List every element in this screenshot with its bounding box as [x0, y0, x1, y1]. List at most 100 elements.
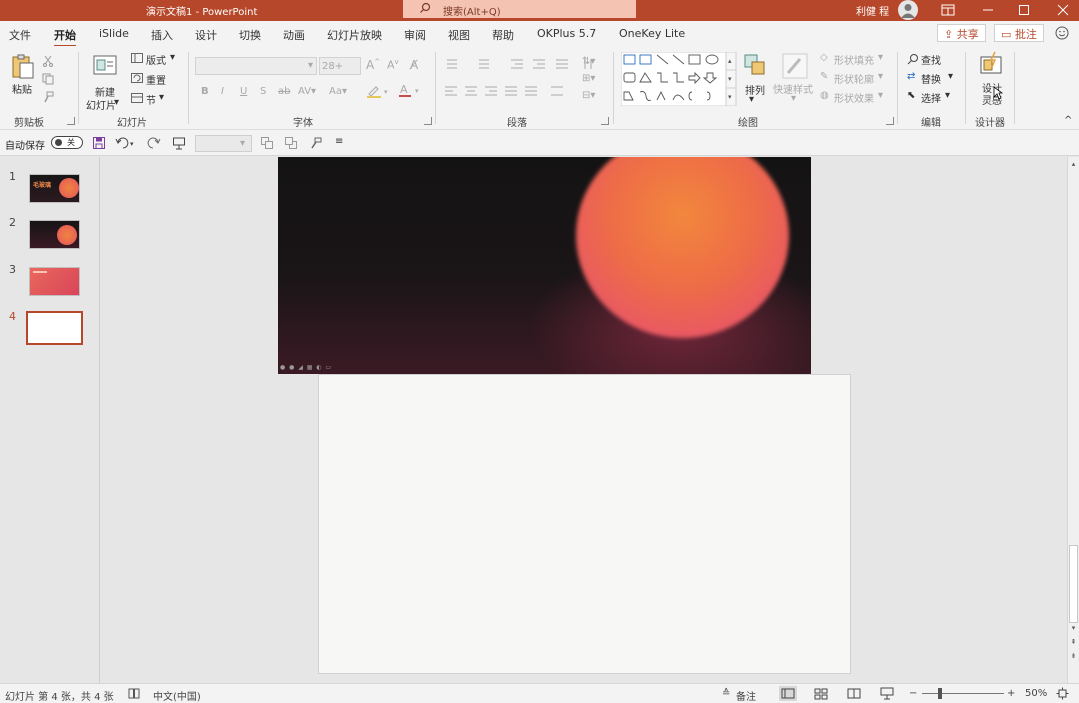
zoom-slider-track[interactable] [922, 693, 1004, 694]
shrink-font-icon[interactable]: Av [387, 58, 399, 72]
shape-effects-chevron-icon[interactable]: ▾ [878, 90, 883, 101]
chevron-down-icon[interactable]: ▾ [114, 97, 119, 108]
reset-button[interactable]: 重置 [146, 72, 166, 87]
align-text-icon[interactable]: ⊞▾ [582, 73, 595, 84]
designer-icon[interactable] [978, 51, 1004, 77]
tab-slideshow[interactable]: 幻灯片放映 [327, 27, 382, 43]
feedback-smiley-icon[interactable] [1055, 26, 1069, 40]
slide-thumbnail-4[interactable] [26, 311, 83, 345]
previous-slide-icon[interactable]: ⇞ [1069, 638, 1078, 647]
shapes-gallery[interactable]: ▴ ▾ ▾ [621, 52, 737, 106]
tab-view[interactable]: 视图 [448, 27, 470, 43]
clipboard-dialog-launcher[interactable] [67, 117, 75, 125]
notes-icon[interactable]: ≙ [722, 688, 730, 699]
zoom-in-button[interactable]: + [1007, 688, 1015, 699]
change-case-icon[interactable]: Aa▾ [329, 86, 347, 97]
maximize-icon[interactable] [1016, 2, 1032, 18]
font-dialog-launcher[interactable] [424, 117, 432, 125]
underline-icon[interactable]: U [240, 86, 247, 97]
collapse-ribbon-icon[interactable]: ^ [1064, 115, 1072, 126]
autosave-toggle[interactable]: 关 [51, 136, 83, 149]
minimize-icon[interactable] [980, 2, 996, 18]
search-box[interactable]: 搜索(Alt+Q) [403, 0, 636, 18]
scrollbar-thumb[interactable] [1069, 545, 1078, 623]
layout-button[interactable]: 版式 [146, 52, 166, 67]
clear-format-icon[interactable]: A̸ [410, 58, 418, 72]
scroll-down-icon[interactable]: ▾ [1069, 624, 1078, 633]
vertical-scrollbar[interactable]: ▴ ▾ ⇞ ⇟ [1067, 157, 1079, 683]
zoom-slider-thumb[interactable] [938, 688, 942, 699]
undo-icon[interactable]: ▾ [115, 136, 137, 150]
italic-icon[interactable]: I [221, 86, 224, 97]
playing-slide-media[interactable]: ● ● ◢ ▦ ◐ ▭ [278, 157, 811, 374]
paste-label[interactable]: 粘贴 [12, 81, 32, 96]
arrange-chevron-icon[interactable]: ▾ [749, 94, 754, 105]
tab-review[interactable]: 审阅 [404, 27, 426, 43]
font-color-icon[interactable]: A ▾ [398, 83, 424, 98]
accessibility-icon[interactable] [128, 688, 140, 700]
new-slide-icon[interactable] [92, 52, 118, 78]
layout-chevron-icon[interactable]: ▾ [170, 52, 175, 63]
grow-font-icon[interactable]: A^ [366, 58, 380, 72]
tab-transitions[interactable]: 切换 [239, 27, 261, 43]
present-from-start-icon[interactable] [172, 136, 186, 150]
paragraph-dialog-launcher[interactable] [601, 117, 609, 125]
tab-animations[interactable]: 动画 [283, 27, 305, 43]
save-icon[interactable] [92, 136, 106, 150]
text-direction-icon[interactable]: ⇅▾ [582, 56, 595, 67]
shape-effects-button[interactable]: 形状效果 [834, 90, 874, 105]
tab-design[interactable]: 设计 [195, 27, 217, 43]
shadow-icon[interactable]: S [260, 86, 266, 97]
normal-view-icon[interactable] [779, 686, 797, 701]
tab-file[interactable]: 文件 [9, 27, 31, 43]
scroll-up-icon[interactable]: ▴ [1069, 160, 1078, 169]
find-button[interactable]: 查找 [921, 52, 941, 67]
smartart-icon[interactable]: ⊟▾ [582, 90, 595, 101]
zoom-out-button[interactable]: − [909, 688, 917, 699]
customize-qat-icon[interactable]: ≡ [335, 136, 343, 147]
ribbon-display-icon[interactable] [940, 2, 956, 18]
select-chevron-icon[interactable]: ▾ [945, 90, 950, 101]
bold-icon[interactable]: B [201, 86, 209, 97]
shape-outline-chevron-icon[interactable]: ▾ [878, 71, 883, 82]
tab-insert[interactable]: 插入 [151, 27, 173, 43]
format-painter-icon[interactable] [42, 91, 54, 103]
shape-fill-button[interactable]: 形状填充 [834, 52, 874, 67]
avatar[interactable] [898, 0, 918, 20]
font-name-combo[interactable] [195, 57, 317, 75]
font-name-chevron-icon[interactable]: ▾ [308, 60, 313, 71]
slide-thumbnail-2[interactable] [29, 220, 80, 249]
font-size-combo[interactable]: 28+ [319, 57, 361, 75]
section-chevron-icon[interactable]: ▾ [159, 92, 164, 103]
qat-combo-box[interactable]: ▾ [195, 135, 252, 152]
bring-forward-icon[interactable] [260, 136, 274, 150]
arrange-icon[interactable] [743, 53, 767, 77]
comments-button[interactable]: ▭ 批注 [994, 24, 1044, 42]
section-button[interactable]: 节 [146, 92, 156, 107]
tab-okplus[interactable]: OKPlus 5.7 [537, 27, 596, 40]
drawing-dialog-launcher[interactable] [886, 117, 894, 125]
current-slide[interactable] [318, 374, 851, 674]
highlight-icon[interactable]: ▾ [366, 84, 392, 98]
tab-help[interactable]: 帮助 [492, 27, 514, 43]
strikethrough-icon[interactable]: ab [278, 86, 290, 97]
fit-to-window-icon[interactable] [1056, 687, 1069, 700]
replace-chevron-icon[interactable]: ▾ [948, 71, 953, 82]
quick-styles-icon[interactable] [782, 53, 808, 79]
copy-icon[interactable] [42, 73, 54, 85]
replace-button[interactable]: 替换 [921, 71, 941, 86]
slide-thumbnail-1[interactable]: 毛玻璃 [29, 174, 80, 203]
shape-fill-chevron-icon[interactable]: ▾ [878, 52, 883, 63]
shape-outline-button[interactable]: 形状轮廓 [834, 71, 874, 86]
char-spacing-icon[interactable]: AV▾ [298, 86, 316, 97]
redo-icon[interactable] [147, 136, 161, 150]
select-button[interactable]: 选择 [921, 90, 941, 105]
user-name[interactable]: 利健 程 [856, 3, 889, 18]
reading-view-icon[interactable] [845, 686, 863, 701]
share-button[interactable]: ⇪ 共享 [937, 24, 986, 42]
format-painter-qat-icon[interactable] [309, 136, 323, 150]
slide-thumbnail-3[interactable] [29, 267, 80, 296]
language-status[interactable]: 中文(中国) [153, 688, 201, 703]
tab-onekey[interactable]: OneKey Lite [619, 27, 685, 40]
close-icon[interactable] [1055, 2, 1071, 18]
